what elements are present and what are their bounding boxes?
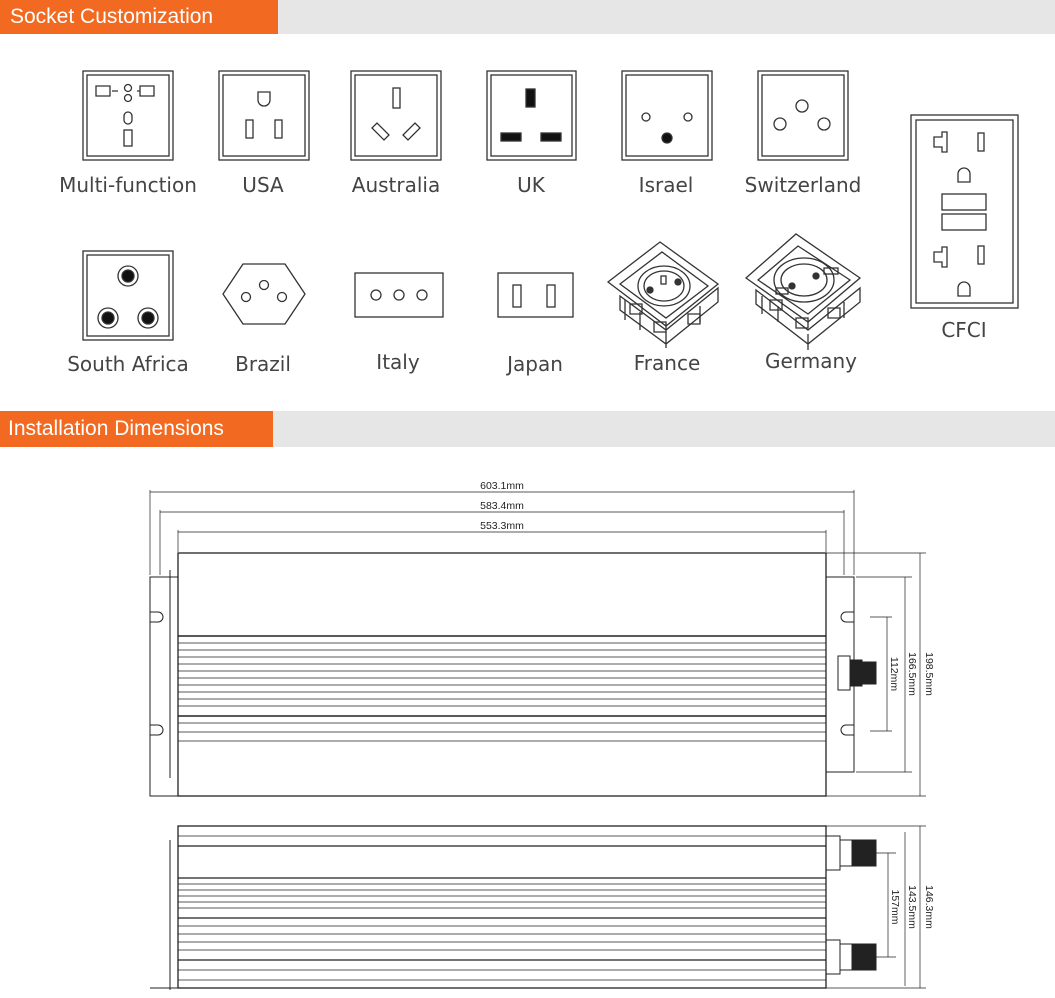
- top-view-inverter: [149, 552, 855, 797]
- dimension-drawing: 603.1mm 583.4mm 553.3mm 198.5mm 166.5mm …: [149, 480, 935, 990]
- side-view-fins: [178, 835, 826, 981]
- dim-overall-width: 603.1mm: [480, 480, 524, 492]
- dim-top-height-total: 198.5mm: [923, 652, 935, 696]
- dim-top-height-mount: 166.5mm: [906, 652, 918, 696]
- dim-side-height-total: 146.3mm: [923, 885, 935, 929]
- dim-side-height-mount: 143.5mm: [906, 885, 918, 929]
- top-view-fins: [178, 642, 826, 742]
- dim-body-width: 553.3mm: [480, 520, 524, 532]
- dim-mount-width: 583.4mm: [480, 500, 524, 512]
- side-view-terminals: [825, 835, 877, 975]
- dim-side-height-inner: 157mm: [889, 889, 901, 924]
- top-view-terminal: [837, 655, 877, 691]
- dim-top-height-inner: 112mm: [888, 657, 900, 691]
